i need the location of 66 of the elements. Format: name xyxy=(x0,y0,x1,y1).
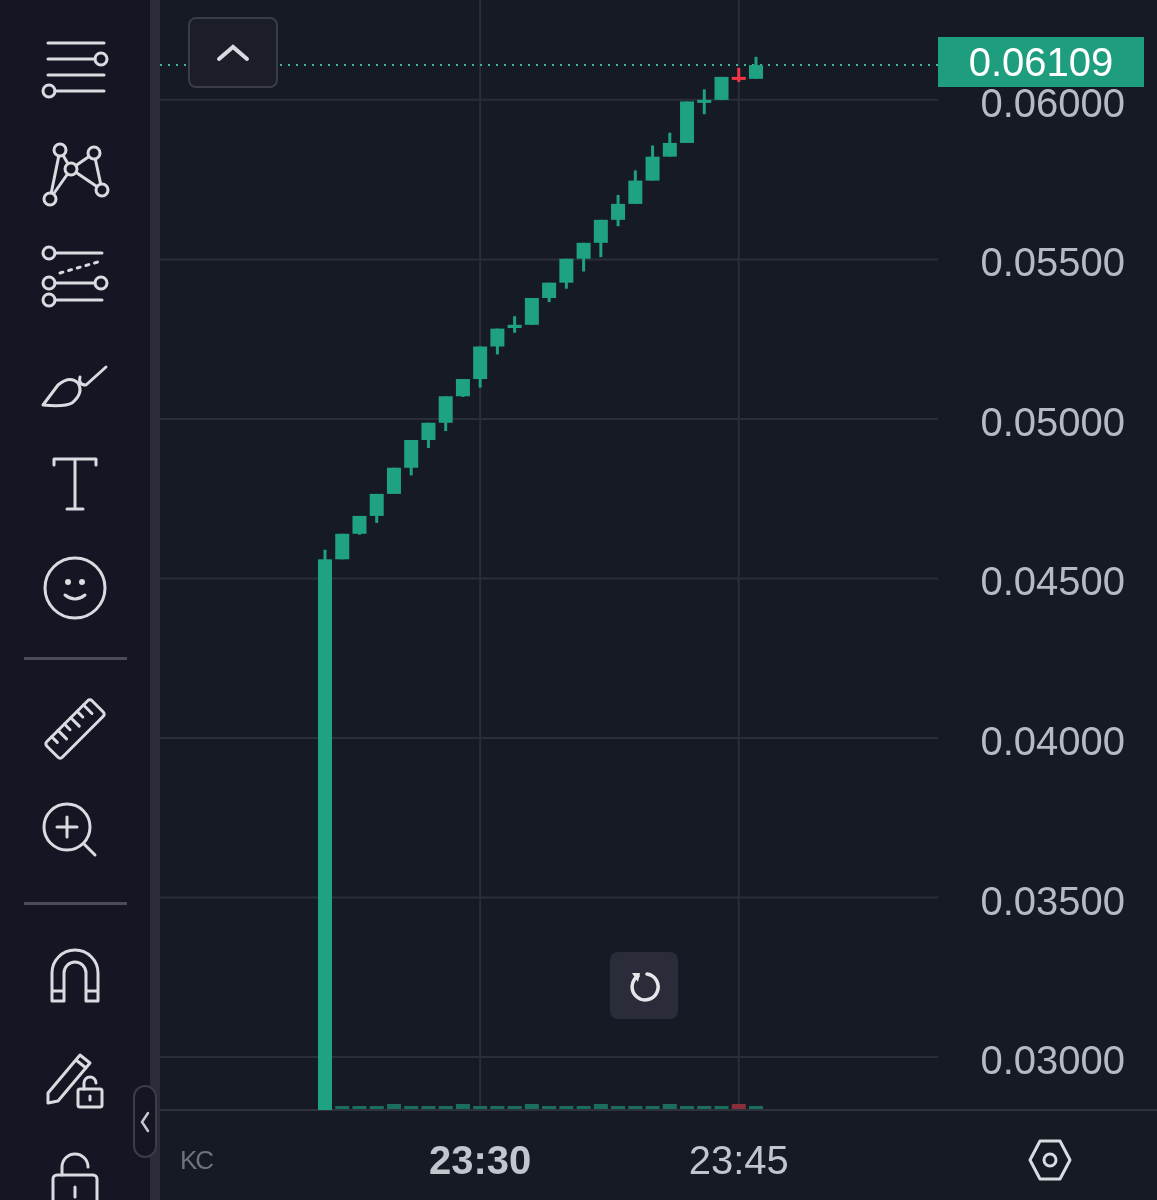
candle xyxy=(611,194,626,227)
price-axis-label: 0.05500 xyxy=(980,240,1125,285)
time-axis-label: 23:45 xyxy=(688,1138,789,1182)
candle xyxy=(645,145,660,181)
candle xyxy=(576,242,591,272)
chevron-up-icon xyxy=(216,43,250,62)
volume-bar xyxy=(731,1104,746,1109)
candle xyxy=(507,316,522,333)
candle xyxy=(473,346,488,388)
price-axis-label: 0.05000 xyxy=(980,399,1125,444)
time-axis-label: 23:30 xyxy=(429,1138,532,1182)
candle xyxy=(352,515,367,535)
candle xyxy=(386,467,401,494)
volume-bar xyxy=(593,1104,608,1109)
candle xyxy=(490,328,505,355)
volume-bar xyxy=(662,1104,677,1109)
collapse-up-button[interactable] xyxy=(188,17,278,88)
candle xyxy=(335,533,350,560)
volume-bar xyxy=(611,1106,626,1109)
candle xyxy=(731,67,746,82)
volume-bar xyxy=(335,1106,350,1109)
candle xyxy=(714,76,729,100)
volume-bar xyxy=(542,1106,557,1109)
current-price-label: 0.06109 xyxy=(938,37,1144,88)
candle xyxy=(628,170,643,204)
volume-bar xyxy=(559,1106,574,1109)
volume-bar xyxy=(438,1106,453,1109)
candle xyxy=(662,132,677,157)
volume-bar xyxy=(576,1106,591,1109)
candle xyxy=(438,396,453,432)
price-axis-label: 0.03500 xyxy=(980,878,1125,923)
candle xyxy=(369,493,384,523)
candle xyxy=(680,101,695,143)
candle xyxy=(749,56,763,79)
settings-icon[interactable] xyxy=(1028,1138,1072,1182)
volume-bar xyxy=(749,1106,763,1109)
volume-bar xyxy=(507,1106,522,1109)
candle xyxy=(593,219,608,258)
volume-bar xyxy=(404,1106,419,1109)
volume-bar xyxy=(680,1106,695,1109)
volume-bar xyxy=(369,1106,384,1109)
logo: KC xyxy=(180,1145,213,1176)
reset-button[interactable] xyxy=(610,952,678,1019)
price-axis-label: 0.04500 xyxy=(980,559,1125,604)
candle xyxy=(697,89,712,115)
volume-bar xyxy=(455,1104,470,1109)
chevron-left-icon xyxy=(140,1110,150,1133)
volume-bar xyxy=(628,1106,643,1109)
candle xyxy=(559,258,574,289)
volume-bar xyxy=(386,1104,401,1109)
candle xyxy=(404,440,419,476)
volume-bar xyxy=(697,1106,712,1109)
volume-bar xyxy=(524,1104,539,1109)
volume-bar xyxy=(421,1106,436,1109)
volume-bar xyxy=(714,1106,729,1109)
volume-bar xyxy=(352,1106,367,1109)
price-axis-label: 0.04000 xyxy=(980,719,1125,763)
volume-bar xyxy=(473,1106,488,1109)
price-axis-label: 0.03000 xyxy=(980,1038,1125,1083)
volume-bar xyxy=(490,1106,505,1109)
candle xyxy=(542,282,557,303)
volume-bar xyxy=(645,1106,660,1109)
candle xyxy=(421,422,436,448)
candle xyxy=(455,379,470,397)
sidebar-toggle-button[interactable] xyxy=(133,1085,157,1158)
candle xyxy=(524,298,539,325)
